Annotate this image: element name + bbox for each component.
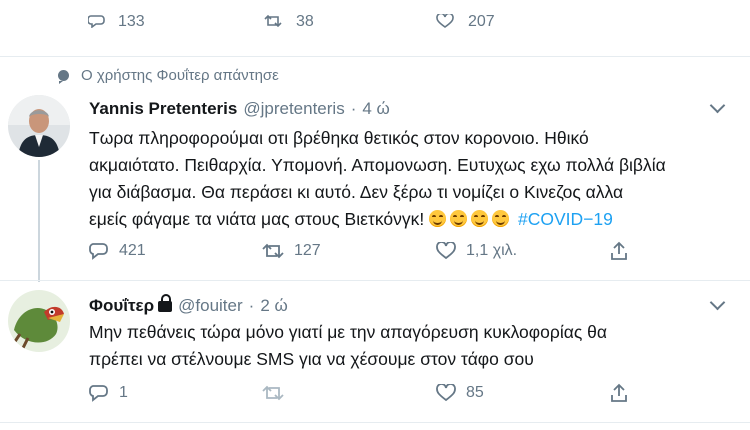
previous-like-count: 207 xyxy=(468,13,495,30)
hashtag-link[interactable]: #COVID−19 xyxy=(518,209,613,229)
reply-button[interactable]: 1 xyxy=(89,384,128,402)
tweet-time[interactable]: 2 ώ xyxy=(260,296,287,316)
reply-icon[interactable] xyxy=(88,14,106,28)
tweet-line: πρέπει να στέλνουμε SMS για να χέσουμε σ… xyxy=(89,349,534,369)
tweet-line: ακμαιότατο. Πειθαρχία. Υπομονή. Απομονωσ… xyxy=(89,155,666,175)
reply-count: 421 xyxy=(119,242,146,259)
author-handle[interactable]: @jpretenteris xyxy=(243,99,344,119)
thread-line xyxy=(38,160,40,282)
like-icon xyxy=(436,242,456,260)
reply-count: 1 xyxy=(119,384,128,401)
lock-icon xyxy=(158,294,173,312)
divider xyxy=(0,422,750,423)
tweet-line: Τωρα πληροφορούμαι οτι βρέθηκα θετικός σ… xyxy=(89,128,589,148)
author-name-text: Φουΐτερ xyxy=(89,296,155,315)
retweet-icon xyxy=(262,385,284,401)
speech-bubble-icon xyxy=(58,70,69,84)
reply-button[interactable]: 421 xyxy=(89,242,146,260)
avatar-fouiter xyxy=(8,290,70,352)
author-name[interactable]: Yannis Pretenteris xyxy=(89,99,237,119)
like-icon xyxy=(436,384,456,402)
chevron-down-icon[interactable] xyxy=(709,97,726,114)
retweet-button[interactable] xyxy=(262,384,294,402)
share-button[interactable] xyxy=(610,241,628,261)
like-count: 1,1 χιλ. xyxy=(466,242,518,259)
smiling-face-emoji-icon xyxy=(450,210,468,227)
like-button[interactable]: 85 xyxy=(436,384,484,402)
retweet-button[interactable]: 127 xyxy=(262,242,321,260)
retweet-count: 127 xyxy=(294,242,321,259)
share-icon xyxy=(611,241,627,260)
like-icon[interactable] xyxy=(436,14,454,28)
author-name[interactable]: Φουΐτερ xyxy=(89,294,173,316)
smiling-face-emoji-icon xyxy=(471,210,489,227)
smiling-face-emoji-icon xyxy=(492,210,510,227)
like-button[interactable]: 1,1 χιλ. xyxy=(436,242,517,260)
reply-icon xyxy=(89,385,108,402)
divider xyxy=(0,280,750,281)
previous-tweet-actions: 133 38 207 xyxy=(0,0,750,56)
avatar[interactable] xyxy=(8,95,70,157)
previous-retweet-count: 38 xyxy=(296,13,314,30)
separator-dot: · xyxy=(350,99,357,118)
divider xyxy=(0,56,750,57)
reply-context: Ο χρήστης Φουΐτερ απάντησε xyxy=(58,67,279,84)
tweet-line: για διάβασμα. Θα περάσει κι αυτό. Δεν ξέ… xyxy=(89,182,624,202)
reply-context-text: Ο χρήστης Φουΐτερ απάντησε xyxy=(81,67,279,84)
retweet-icon xyxy=(262,243,284,259)
previous-reply-count: 133 xyxy=(118,13,145,30)
retweet-icon[interactable] xyxy=(264,14,282,28)
separator-dot: · xyxy=(248,296,255,315)
tweet-line: Μην πεθάνεις τώρα μόνο γιατί με την απαγ… xyxy=(89,322,607,342)
tweet-header: Yannis Pretenteris @jpretenteris · 4 ώ xyxy=(89,99,390,119)
reply-icon xyxy=(89,243,108,260)
tweet-header: Φουΐτερ @fouiter · 2 ώ xyxy=(89,294,288,316)
smiling-face-emoji-icon xyxy=(429,210,447,227)
share-button[interactable] xyxy=(610,383,628,403)
tweet-text: Μην πεθάνεις τώρα μόνο γιατί με την απαγ… xyxy=(89,319,739,373)
author-handle[interactable]: @fouiter xyxy=(178,296,243,316)
avatar-yannis xyxy=(8,95,70,157)
tweet-time[interactable]: 4 ώ xyxy=(362,99,389,119)
tweet-text: Τωρα πληροφορούμαι οτι βρέθηκα θετικός σ… xyxy=(89,125,739,233)
avatar[interactable] xyxy=(8,290,70,352)
tweet-line: εμείς φάγαμε τα νιάτα μας στους Βιετκόνγ… xyxy=(89,209,425,229)
like-count: 85 xyxy=(466,384,484,401)
share-icon xyxy=(611,383,627,402)
tweet-line-last: εμείς φάγαμε τα νιάτα μας στους Βιετκόνγ… xyxy=(89,206,739,233)
chevron-down-icon[interactable] xyxy=(709,294,726,311)
